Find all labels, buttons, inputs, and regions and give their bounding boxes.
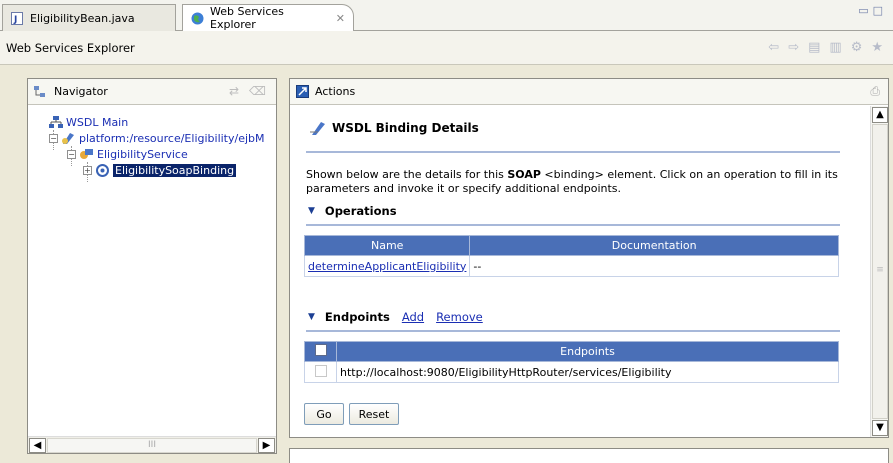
endpoints-table: Endpoints http://localhost:9080/Eligibil… <box>304 341 839 383</box>
globe-icon <box>191 12 204 25</box>
minimize-icon[interactable]: ▭ <box>858 4 872 17</box>
endpoint-url: http://localhost:9080/EligibilityHttpRou… <box>336 361 839 383</box>
collapse-triangle-icon[interactable]: ▼ <box>308 206 315 216</box>
operation-link[interactable]: determineApplicantEligibility <box>308 260 466 273</box>
operations-table: Name Documentation determineApplicantEli… <box>303 235 839 277</box>
scroll-left-icon[interactable]: ◀ <box>29 438 46 453</box>
select-all-checkbox[interactable] <box>314 344 327 356</box>
tree-label: platform:/resource/Eligibility/ejbM <box>79 131 265 145</box>
tree-item-wsdl-main[interactable]: WSDL Main <box>48 114 128 130</box>
navigator-title: Navigator <box>54 85 108 98</box>
tree-label: WSDL Main <box>66 115 129 129</box>
sync-icon[interactable]: ⇄ <box>229 84 239 98</box>
wsdl-main-icon <box>48 115 63 129</box>
tree-item-platform-resource[interactable]: − platform:/resource/Eligibility/ejbM <box>49 130 265 146</box>
favorites-icon[interactable]: ▤ <box>808 40 820 55</box>
service-icon <box>79 147 94 161</box>
forward-arrow-icon[interactable]: ⇨ <box>788 40 799 55</box>
scroll-thumb[interactable]: III <box>47 438 257 453</box>
wsdl-page-icon[interactable]: ⚙ <box>851 40 863 55</box>
editor-tab-bar: J EligibilityBean.java Web Services Expl… <box>0 0 893 31</box>
collapse-triangle-icon[interactable]: ▼ <box>308 312 315 322</box>
tree-label-selected: EligibilitySoapBinding <box>113 163 237 177</box>
operation-doc: -- <box>469 255 839 277</box>
divider <box>306 224 840 226</box>
tab-label: Web Services Explorer <box>210 5 284 31</box>
binding-description: Shown below are the details for this SOA… <box>306 168 838 195</box>
explorer-toolbar: ⇦ ⇨ ▤ ▥ ⚙ ★ <box>768 40 883 55</box>
scroll-right-icon[interactable]: ▶ <box>258 438 275 453</box>
divider <box>306 151 840 153</box>
endpoint-checkbox[interactable] <box>314 364 327 377</box>
status-panel <box>289 448 889 463</box>
expand-icon[interactable]: + <box>83 165 92 175</box>
print-icon[interactable]: ⎙ <box>870 84 880 99</box>
clear-icon[interactable]: ⌫ <box>249 84 266 98</box>
divider <box>306 330 840 332</box>
section-title: WSDL Binding Details <box>310 120 479 136</box>
scroll-down-icon[interactable]: ▼ <box>872 420 888 436</box>
operations-header[interactable]: ▼ Operations <box>308 204 397 218</box>
tab-label: EligibilityBean.java <box>30 11 135 25</box>
actions-panel: Actions ⎙ WSDL Binding Details Shown bel… <box>289 78 889 438</box>
add-endpoint-link[interactable]: Add <box>402 310 424 324</box>
column-header-name: Name <box>303 235 471 256</box>
tree-item-eligibility-soap-binding[interactable]: + EligibilitySoapBinding <box>83 162 237 178</box>
tree-item-eligibility-service[interactable]: − EligibilityService <box>67 146 188 162</box>
collapse-icon[interactable]: − <box>49 133 58 143</box>
svg-text:J: J <box>13 15 17 25</box>
select-all-header <box>304 341 337 362</box>
tree-label: EligibilityService <box>97 147 188 161</box>
actions-content: WSDL Binding Details Shown below are the… <box>290 106 870 437</box>
binding-icon <box>95 163 110 177</box>
tab-eligibility-bean[interactable]: J EligibilityBean.java <box>2 4 176 31</box>
endpoints-header: ▼ Endpoints Add Remove <box>308 310 483 324</box>
scroll-thumb[interactable]: ≡ <box>872 124 888 419</box>
wsdl-document-icon <box>61 131 76 145</box>
actions-icon <box>296 85 309 98</box>
navigator-tree: WSDL Main − platform:/resource/Eligibili… <box>28 106 276 431</box>
wsdl-binding-icon <box>310 120 326 136</box>
vertical-scrollbar[interactable]: ▲ ≡ ▼ <box>870 106 888 437</box>
navigator-icon <box>34 85 48 98</box>
collapse-icon[interactable]: − <box>67 149 76 159</box>
star-icon[interactable]: ★ <box>871 40 883 55</box>
go-button[interactable]: Go <box>304 403 344 425</box>
section-title-text: WSDL Binding Details <box>332 121 479 135</box>
wsil-icon[interactable]: ▥ <box>829 40 841 55</box>
explorer-header: Web Services Explorer ⇦ ⇨ ▤ ▥ ⚙ ★ <box>0 31 893 65</box>
page-title: Web Services Explorer <box>6 40 135 55</box>
reset-button[interactable]: Reset <box>349 403 399 425</box>
scroll-up-icon[interactable]: ▲ <box>872 107 888 123</box>
table-row: http://localhost:9080/EligibilityHttpRou… <box>304 361 839 383</box>
navigator-toolbar: ⇄ ⌫ <box>229 84 266 98</box>
maximize-icon[interactable]: □ <box>873 4 887 17</box>
tab-web-services-explorer[interactable]: Web Services Explorer ✕ <box>182 4 354 31</box>
table-row: determineApplicantEligibility -- <box>303 255 839 277</box>
column-header-documentation: Documentation <box>469 235 839 256</box>
java-file-icon: J <box>11 11 24 25</box>
close-icon[interactable]: ✕ <box>336 12 345 25</box>
back-arrow-icon[interactable]: ⇦ <box>768 40 779 55</box>
column-header-endpoints: Endpoints <box>336 341 839 362</box>
actions-title: Actions <box>315 85 356 98</box>
window-controls[interactable]: ▭□ <box>858 4 887 17</box>
remove-endpoint-link[interactable]: Remove <box>436 310 483 324</box>
navigator-panel: Navigator ⇄ ⌫ WSDL Main − platform:/reso… <box>27 78 277 454</box>
actions-title-bar: Actions <box>290 79 888 105</box>
horizontal-scrollbar[interactable]: ◀ III ▶ <box>28 436 276 453</box>
